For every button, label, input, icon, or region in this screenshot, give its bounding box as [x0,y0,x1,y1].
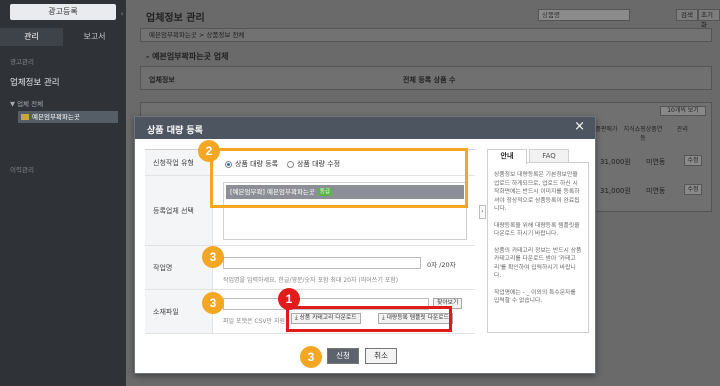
download-category-label: 상품 카테고리 다운로드 [299,315,357,321]
sidebar-item-all[interactable]: ▼ 업체 전체 [10,98,43,108]
sidebar: 광고등록 관리 보고서 광고관리 업체정보 관리 ▼ 업체 전체 예븐엄부꽉파는… [0,0,126,386]
radio-bulk-register[interactable]: 상품 대량 등록 [225,159,278,169]
row-job-name: 작업명 0자 /20자 작업명을 입력하세요. 한글/영문/숫자 포함 최대 2… [145,246,475,290]
file-format-hint: 파일 포맷은 CSV만 지원 [223,318,285,325]
shop-grade-badge: 등급 [317,188,333,196]
chevron-right-icon[interactable]: › [479,205,486,219]
step-3-marker-submit: 3 [300,346,322,368]
step-3-marker-jobname: 3 [202,246,224,268]
job-name-hint: 작업명을 입력하세요. 한글/영문/숫자 포함 최대 20자 (띄어쓰기 포함) [223,277,399,284]
radio-unchecked-icon [287,160,294,168]
radio-bulk-edit-label: 상품 대량 수정 [297,160,341,168]
row-1-edit-button[interactable]: 수정 [684,155,702,166]
shop-list[interactable]: [예븐엄부꽉] 예븐엄부꽉파는곳 등급 [223,182,467,240]
sidebar-collapse-icon[interactable]: ‹ [118,6,126,22]
cancel-button[interactable]: 취소 [365,348,397,364]
row-job-type: 신청작업 유형 상품 대량 등록 상품 대량 수정 [145,150,475,176]
folder-icon [21,114,29,120]
help-panel: 안내 FAQ 상품정보 대량등록은 기본정보만을 업로드 하게되므로, 업로드 … [487,149,589,333]
shop-name: [예븐엄부꽉] 예븐엄부꽉파는곳 [230,188,315,196]
help-paragraph: 상품정보 대량등록은 기본정보만을 업로드 하게되므로, 업로드 하신 시작화면… [494,172,580,212]
step-1-marker: 1 [278,288,300,310]
info-label-shop: 업체정보 [149,76,175,84]
sidebar-tabs: 관리 보고서 [0,28,126,46]
radio-bulk-register-label: 상품 대량 등록 [235,160,279,168]
row-2-price: 31,000원 [600,187,631,195]
job-name-counter: 0자 /20자 [427,261,456,269]
label-shop-select: 등록업체 선택 [145,176,213,245]
table-header: 상품판매가 지식쇼핑상품연동 관리 [584,124,702,142]
modal-header: 상품 대량 등록 × [135,117,595,139]
submit-button[interactable]: 신청 [327,348,359,364]
tab-report[interactable]: 보고서 [63,28,126,46]
browse-button[interactable]: 찾아보기 [433,298,463,309]
row-2-edit-button[interactable]: 수정 [684,184,702,195]
sidebar-item-shop-label: 예븐엄부꽉파는곳 [32,113,80,121]
help-tabs: 안내 FAQ [487,149,589,164]
bulk-register-form: 신청작업 유형 상품 대량 등록 상품 대량 수정 등록업체 선택 [예븐엄부꽉… [145,149,475,334]
tab-guide[interactable]: 안내 [487,149,527,164]
reset-button[interactable]: 초기화 [698,9,720,29]
search-button[interactable]: 검색 [676,9,698,21]
ad-register-button[interactable]: 광고등록 [10,4,116,20]
help-paragraph: 작업명에는 - _ 이외의 특수문자를 입력할 수 없습니다. [494,289,576,305]
step-3-marker-file: 3 [202,292,224,314]
sidebar-item-shop[interactable]: 예븐엄부꽉파는곳 [18,111,118,123]
shop-heading: - 예븐엄부꽉파는곳 업체 [146,52,229,61]
download-category-button[interactable]: ⤓ 상품 카테고리 다운로드 [291,313,361,324]
help-content: 상품정보 대량등록은 기본정보만을 업로드 하게되므로, 업로드 하신 시작화면… [487,163,589,333]
radio-bulk-edit[interactable]: 상품 대량 수정 [287,159,340,169]
tab-manage[interactable]: 관리 [0,28,63,46]
close-icon[interactable]: × [574,120,585,134]
search-type-value: 상품명 [542,11,560,19]
download-icon: ⤓ [295,315,298,321]
sidebar-title[interactable]: 업체정보 관리 [10,76,60,88]
shop-list-item-selected[interactable]: [예븐엄부꽉] 예븐엄부꽉파는곳 등급 [226,185,464,199]
shop-info-box: 업체정보 전체 등록 상품 수 [140,66,712,90]
modal-title: 상품 대량 등록 [147,126,203,136]
download-template-button[interactable]: ⤓ 대량등록 템플릿 다운로드 [378,313,453,324]
job-name-input[interactable] [223,257,421,269]
breadcrumb: 예븐엄부꽉파는곳 > 상품정보 전체 [140,28,712,42]
file-path-input[interactable] [223,298,429,310]
row-source-file: 소재파일 찾아보기 파일 포맷은 CSV만 지원 ⤓ 상품 카테고리 다운로드 ⤓… [145,290,475,334]
row-1-price: 31,000원 [600,158,631,166]
help-paragraph: 대량등록을 위해 대량등록 템플릿을 다운로드 하시기 바랍니다. [494,222,580,238]
page-title: 업체정보 관리 [146,13,205,24]
th-link: 지식쇼핑상품연동 [623,126,663,142]
search-type-select[interactable]: 상품명 [538,9,630,21]
th-manage: 관리 [676,126,688,133]
row-2-link: 미연동 [646,187,666,195]
row-1-link: 미연동 [646,158,666,166]
sidebar-section-ad: 광고관리 [10,58,34,66]
sidebar-section-history[interactable]: 이력관리 [10,164,34,174]
info-label-count: 전체 등록 상품 수 [403,76,456,84]
download-icon: ⤓ [382,315,385,321]
download-template-label: 대량등록 템플릿 다운로드 [386,315,449,321]
page-size-select[interactable]: 10개씩 보기 [660,106,706,116]
row-shop-select: 등록업체 선택 [예븐엄부꽉] 예븐엄부꽉파는곳 등급 [145,176,475,246]
radio-checked-icon [225,160,232,168]
tab-faq[interactable]: FAQ [529,149,569,162]
step-2-marker: 2 [198,140,220,162]
help-paragraph: 상품의 카테고리 정보는 반드시 상품 카테고리를 다운로드 받아 '카테고리'… [494,247,582,280]
